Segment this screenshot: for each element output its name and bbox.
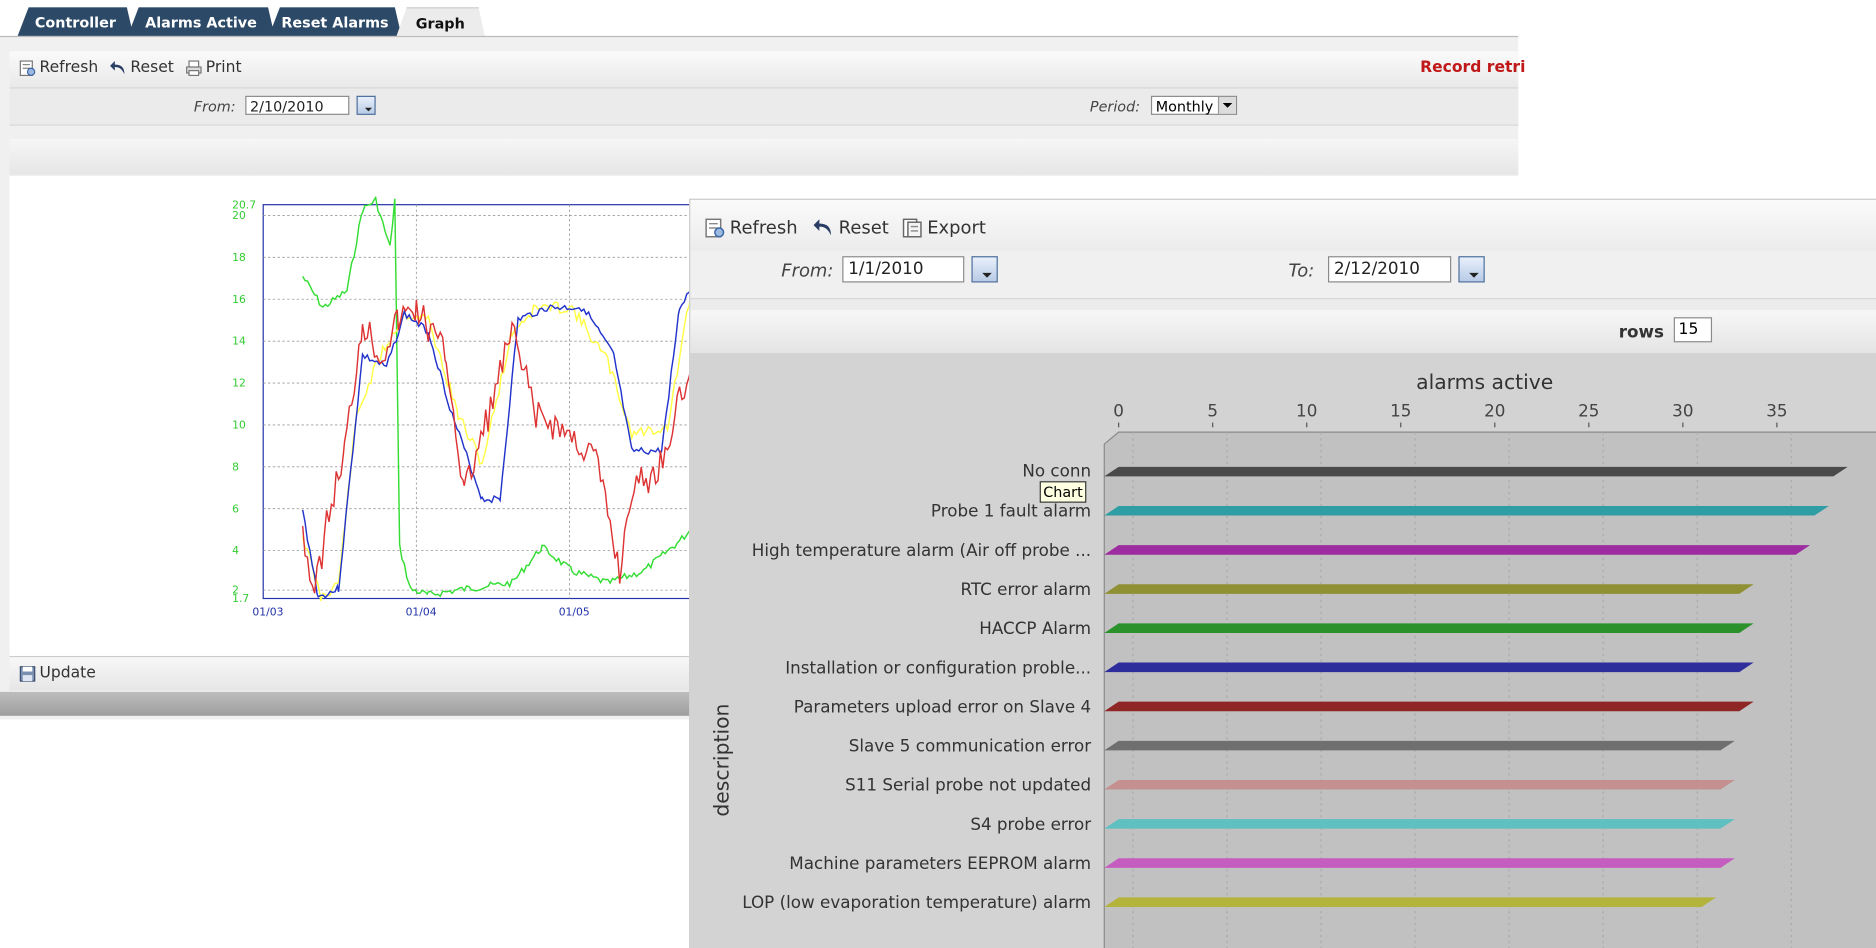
category-label: No conn — [1022, 460, 1091, 480]
period-value: Monthly — [1155, 98, 1214, 115]
chart-tooltip: Chart — [1039, 481, 1087, 503]
y-tick-label: 6 — [232, 502, 239, 515]
bar — [1104, 662, 1754, 673]
period-label: Period: — [1089, 98, 1141, 115]
reset-button-2[interactable]: Reset — [813, 216, 889, 239]
from-date-input-2[interactable]: 1/1/2010 — [842, 256, 965, 283]
export-button[interactable]: Export — [902, 216, 986, 239]
update-button[interactable]: Update — [19, 664, 96, 682]
reset-label: Reset — [838, 216, 889, 239]
bar — [1104, 740, 1735, 751]
y-tick-label: 20 — [232, 209, 246, 222]
to-date-input[interactable]: 2/12/2010 — [1328, 256, 1452, 283]
bar — [1104, 779, 1735, 790]
chevron-down-icon — [1217, 96, 1236, 114]
category-label: High temperature alarm (Air off probe ..… — [752, 540, 1091, 560]
reset-label: Reset — [130, 58, 174, 77]
export-icon — [902, 217, 922, 237]
undo-arrow-icon — [813, 218, 831, 235]
record-status-text: Record retri — [1420, 58, 1526, 77]
refresh-label: Refresh — [729, 216, 798, 239]
category-label: HACCP Alarm — [979, 618, 1091, 638]
y-tick-label: 1.7 — [232, 592, 249, 605]
tab-controller[interactable]: Controller — [17, 7, 134, 38]
category-label: Parameters upload error on Slave 4 — [794, 696, 1091, 716]
update-label: Update — [39, 664, 96, 683]
period-select[interactable]: Monthly — [1150, 95, 1238, 115]
print-button[interactable]: Print — [185, 58, 242, 77]
export-label: Export — [927, 216, 986, 239]
bar — [1104, 466, 1848, 477]
bar — [1104, 701, 1754, 712]
y-tick-label: 12 — [232, 377, 246, 390]
calendar-icon[interactable] — [1458, 256, 1485, 283]
refresh-label: Refresh — [39, 58, 99, 77]
category-label: Probe 1 fault alarm — [931, 501, 1091, 521]
x-tick-label: 01/05 — [559, 605, 590, 618]
x-tick-label: 30 — [1672, 401, 1693, 421]
x-tick-label: 10 — [1296, 401, 1317, 421]
y-tick-label: 14 — [232, 335, 246, 348]
y-tick-label: 16 — [232, 293, 246, 306]
y-tick-label: 8 — [232, 460, 239, 473]
refresh-button-2[interactable]: Refresh — [705, 216, 798, 239]
x-tick-label: 0 — [1113, 401, 1124, 421]
chart-title: alarms active — [1416, 370, 1553, 394]
category-label: RTC error alarm — [960, 579, 1091, 599]
bar — [1104, 584, 1754, 594]
refresh-icon — [705, 217, 725, 237]
x-tick-label: 15 — [1390, 401, 1411, 421]
x-tick-label: 20 — [1484, 401, 1505, 421]
reset-button[interactable]: Reset — [110, 59, 174, 77]
screen: Controller Alarms Active Reset Alarms Gr… — [0, 0, 1876, 948]
y-tick-label: 4 — [232, 544, 239, 557]
tab-reset-alarms[interactable]: Reset Alarms — [268, 7, 402, 38]
bar — [1104, 858, 1735, 868]
x-tick-label: 35 — [1766, 401, 1787, 421]
bar — [1104, 505, 1829, 516]
y-axis-label: description — [710, 704, 734, 817]
x-tick-label: 5 — [1207, 401, 1218, 421]
undo-arrow-icon — [110, 60, 125, 74]
x-tick-label: 25 — [1578, 401, 1599, 421]
tab-alarms-active[interactable]: Alarms Active — [127, 7, 275, 38]
plot-area — [262, 204, 705, 600]
to-label: To: — [1288, 259, 1315, 282]
category-label: S4 probe error — [970, 814, 1091, 834]
bar — [1104, 623, 1754, 633]
print-label: Print — [205, 58, 242, 77]
category-label: Slave 5 communication error — [849, 736, 1092, 756]
category-label: S11 Serial probe not updated — [845, 775, 1091, 795]
rows-label: rows — [1618, 323, 1664, 343]
calendar-icon[interactable] — [356, 95, 376, 115]
x-tick-label: 01/03 — [252, 605, 283, 618]
rows-input[interactable]: 15 — [1673, 317, 1713, 343]
y-tick-label: 10 — [232, 419, 246, 432]
category-label: Machine parameters EEPROM alarm — [789, 853, 1091, 873]
graph-subbar — [9, 138, 1519, 175]
save-icon — [19, 665, 36, 682]
y-tick-label: 18 — [232, 251, 246, 264]
bar — [1104, 545, 1811, 555]
category-label: LOP (low evaporation temperature) alarm — [742, 892, 1091, 912]
refresh-button[interactable]: Refresh — [19, 59, 98, 77]
refresh-icon — [19, 59, 36, 76]
from-label-2: From: — [781, 259, 834, 282]
from-date-input[interactable]: 2/10/2010 — [245, 95, 350, 115]
category-label: Installation or configuration proble... — [785, 657, 1091, 677]
alarms-bar-chart: alarms active 0 5 10 15 20 25 30 35 description No… — [690, 353, 1876, 948]
bar — [1104, 819, 1735, 829]
x-tick-label: 01/04 — [406, 605, 437, 618]
calendar-icon[interactable] — [971, 256, 998, 283]
graph-filter-row — [9, 88, 1519, 126]
alarms-chart-window: Refresh Reset Export From: 1/1/2010 To: … — [689, 198, 1876, 948]
bar — [1104, 897, 1717, 907]
from-label: From: — [193, 98, 236, 115]
print-icon — [186, 59, 202, 76]
